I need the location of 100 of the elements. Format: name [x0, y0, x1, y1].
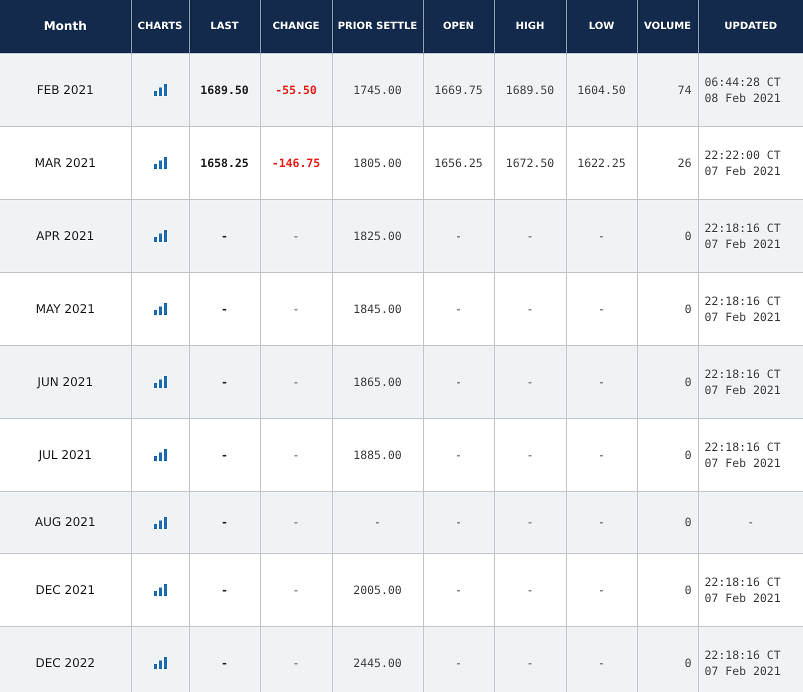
high-price: -: [526, 448, 534, 462]
column-header: UPDATED: [698, 0, 803, 53]
bar-chart-icon[interactable]: [154, 657, 166, 670]
bar-chart-icon[interactable]: [154, 449, 166, 462]
updated-time: 07 Feb 2021: [704, 590, 782, 606]
prior-settle-price: 1825.00: [353, 228, 402, 242]
bar-chart-icon[interactable]: [154, 376, 166, 388]
month-label: DEC 2021: [35, 582, 96, 596]
volume-value: 74: [678, 82, 692, 96]
last-price: 1689.50: [200, 82, 249, 96]
open-price: -: [455, 582, 462, 596]
price-change: -: [292, 582, 300, 596]
price-change: -146.75: [272, 156, 320, 170]
last-price: -: [221, 448, 228, 462]
low-price: 1604.50: [577, 82, 626, 96]
month-label: AUG 2021: [34, 515, 96, 529]
price-change: -: [292, 515, 300, 529]
low-price: -: [598, 656, 605, 670]
column-header: CHARTS: [131, 0, 189, 53]
low-price: -: [598, 582, 605, 596]
updated-time: 22:18:16 CT: [704, 220, 782, 236]
bar-chart-icon[interactable]: [154, 84, 166, 96]
volume-value: 0: [684, 656, 692, 670]
prior-settle-price: 2445.00: [353, 656, 402, 670]
column-header: LAST: [189, 0, 260, 53]
prior-settle-price: 1885.00: [353, 448, 402, 462]
bar-chart-icon[interactable]: [154, 584, 166, 596]
updated-time: 22:18:16 CT: [704, 292, 782, 308]
prior-settle-price: 1805.00: [353, 156, 402, 170]
low-price: -: [598, 228, 605, 242]
last-price: -: [221, 582, 228, 596]
column-header: VOLUME: [637, 0, 698, 53]
bar-chart-icon[interactable]: [154, 303, 166, 316]
prior-settle-price: 1745.00: [353, 82, 402, 96]
bar-chart-icon[interactable]: [154, 230, 166, 242]
volume-value: 26: [678, 156, 692, 170]
updated-time: 07 Feb 2021: [704, 162, 782, 178]
open-price: -: [455, 448, 462, 462]
price-change: -: [292, 374, 300, 388]
volume-value: 0: [684, 302, 692, 316]
open-price: -: [455, 228, 462, 242]
open-price: -: [455, 656, 462, 670]
month-label: JUL 2021: [38, 448, 92, 462]
high-price: -: [526, 515, 534, 529]
prior-settle-price: 1865.00: [353, 374, 402, 388]
last-price: -: [221, 515, 228, 529]
updated-time: 07 Feb 2021: [704, 662, 782, 678]
column-header: Month: [0, 0, 131, 53]
price-change: -55.50: [275, 82, 317, 96]
updated-time: 22:18:16 CT: [704, 366, 782, 382]
bar-chart-icon[interactable]: [154, 157, 166, 170]
volume-value: 0: [684, 374, 692, 388]
updated-time: 22:18:16 CT: [704, 646, 782, 662]
updated-time: 07 Feb 2021: [704, 454, 782, 470]
high-price: -: [526, 228, 534, 242]
low-price: 1622.25: [577, 156, 626, 170]
open-price: -: [455, 302, 462, 316]
low-price: -: [598, 448, 605, 462]
prior-settle-price: 2005.00: [353, 582, 402, 596]
last-price: -: [221, 228, 228, 242]
updated-time: 06:44:28 CT: [704, 74, 782, 90]
last-price: -: [221, 374, 228, 388]
updated-time: 07 Feb 2021: [704, 308, 782, 324]
month-label: MAR 2021: [34, 156, 96, 170]
volume-value: 0: [684, 582, 692, 596]
bar-chart-icon[interactable]: [154, 516, 166, 529]
month-label: DEC 2022: [35, 656, 96, 670]
last-price: -: [221, 302, 228, 316]
prior-settle-price: -: [374, 515, 381, 529]
column-header: PRIOR SETTLE: [332, 0, 423, 53]
volume-value: 0: [684, 448, 692, 462]
open-price: 1669.75: [434, 82, 483, 96]
column-header: HIGH: [494, 0, 566, 53]
last-price: -: [221, 656, 228, 670]
updated-time: 22:22:00 CT: [704, 146, 782, 162]
price-change: -: [292, 228, 300, 242]
high-price: -: [526, 374, 534, 388]
updated-time: 08 Feb 2021: [704, 90, 782, 106]
column-header: OPEN: [423, 0, 494, 53]
month-label: APR 2021: [36, 228, 94, 242]
column-header: LOW: [566, 0, 637, 53]
prior-settle-price: 1845.00: [353, 302, 402, 316]
price-change: -: [292, 302, 300, 316]
price-change: -: [292, 656, 300, 670]
low-price: -: [598, 374, 605, 388]
updated-time: 22:18:16 CT: [704, 438, 782, 454]
high-price: -: [526, 582, 534, 596]
updated-time: 07 Feb 2021: [704, 236, 782, 252]
updated-time: 22:18:16 CT: [704, 574, 782, 590]
price-change: -: [292, 448, 300, 462]
high-price: 1689.50: [506, 82, 554, 96]
open-price: -: [455, 515, 462, 529]
high-price: -: [526, 656, 534, 670]
volume-value: 0: [684, 515, 692, 529]
updated-time: -: [746, 514, 756, 530]
month-label: FEB 2021: [36, 82, 94, 96]
last-price: 1658.25: [200, 156, 249, 170]
month-label: MAY 2021: [36, 302, 95, 316]
open-price: 1656.25: [434, 156, 483, 170]
open-price: -: [455, 374, 462, 388]
